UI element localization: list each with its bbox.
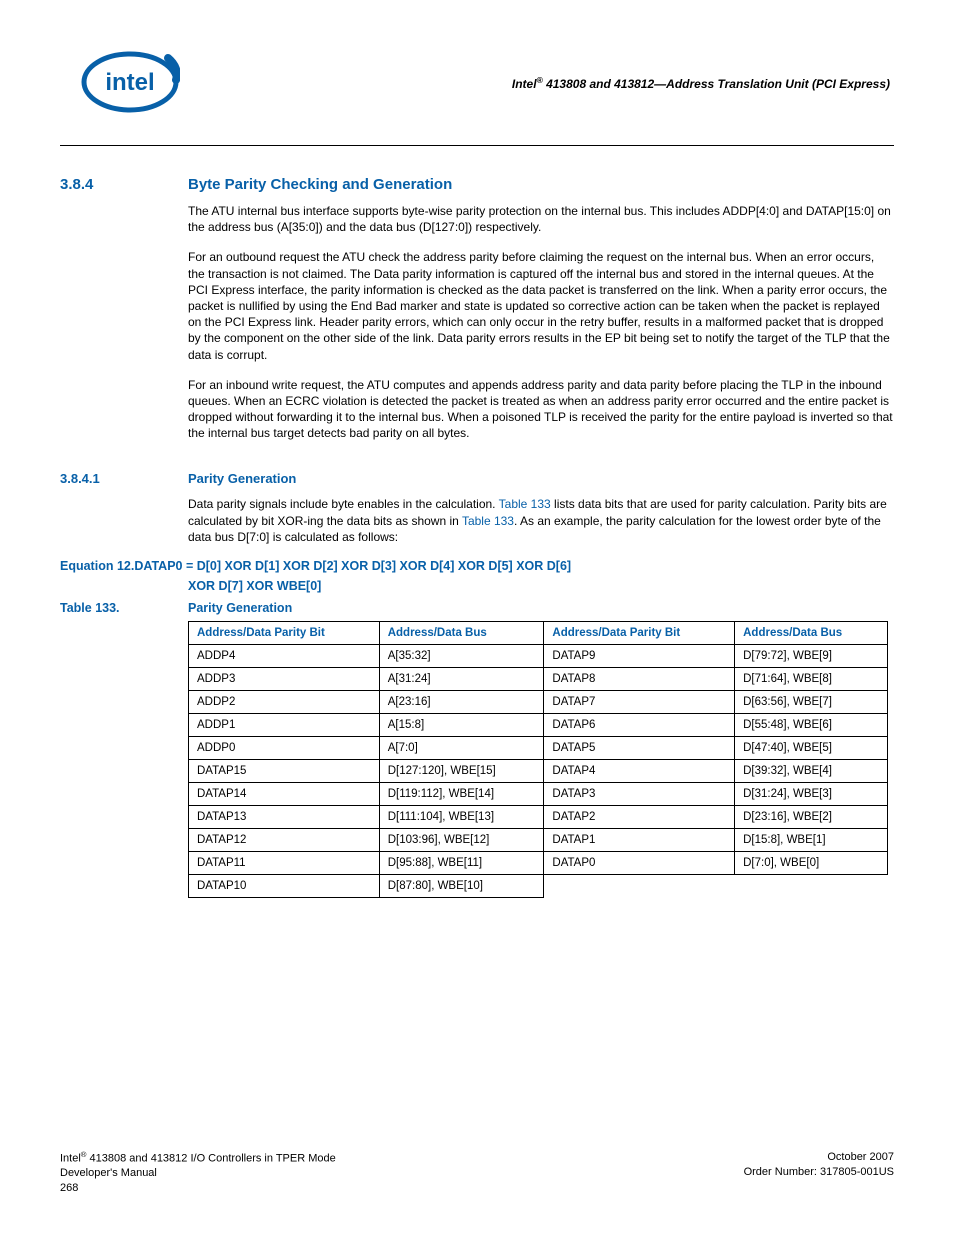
subsection-title: Parity Generation	[188, 471, 296, 486]
table-cell: D[47:40], WBE[5]	[735, 737, 888, 760]
table-cell: DATAP13	[189, 806, 380, 829]
table-cell: DATAP3	[544, 783, 735, 806]
footer-order-number: Order Number: 317805-001US	[744, 1165, 894, 1179]
table-cell: D[63:56], WBE[7]	[735, 691, 888, 714]
table-header: Address/Data Parity Bit	[544, 622, 735, 645]
table-row: ADDP0A[7:0]DATAP5D[47:40], WBE[5]	[189, 737, 888, 760]
footer-doc-subtitle: Developer's Manual	[60, 1166, 336, 1180]
table-cell: D[103:96], WBE[12]	[379, 829, 544, 852]
table-cell: DATAP8	[544, 668, 735, 691]
table-title: Parity Generation	[188, 601, 292, 615]
section-title: Byte Parity Checking and Generation	[188, 176, 452, 193]
table-row: ADDP4A[35:32]DATAP9D[79:72], WBE[9]	[189, 645, 888, 668]
table-cell	[735, 875, 888, 898]
table-cell: D[79:72], WBE[9]	[735, 645, 888, 668]
table-cell: D[111:104], WBE[13]	[379, 806, 544, 829]
equation-label: Equation 12.	[60, 559, 134, 573]
footer-doc-title: Intel® 413808 and 413812 I/O Controllers…	[60, 1150, 336, 1166]
table-cell: DATAP7	[544, 691, 735, 714]
table-row: DATAP13D[111:104], WBE[13]DATAP2D[23:16]…	[189, 806, 888, 829]
table-cell: D[55:48], WBE[6]	[735, 714, 888, 737]
parity-table: Address/Data Parity Bit Address/Data Bus…	[188, 621, 888, 898]
table-cell: D[23:16], WBE[2]	[735, 806, 888, 829]
table-link[interactable]: Table 133	[499, 497, 551, 511]
body-paragraph: For an inbound write request, the ATU co…	[188, 377, 894, 442]
table-cell: D[15:8], WBE[1]	[735, 829, 888, 852]
table-row: ADDP1A[15:8]DATAP6D[55:48], WBE[6]	[189, 714, 888, 737]
footer-page-number: 268	[60, 1181, 336, 1195]
table-cell: A[31:24]	[379, 668, 544, 691]
equation-row: Equation 12.DATAP0 = D[0] XOR D[1] XOR D…	[60, 559, 894, 573]
body-paragraph: For an outbound request the ATU check th…	[188, 249, 894, 362]
table-cell: ADDP2	[189, 691, 380, 714]
table-header: Address/Data Parity Bit	[189, 622, 380, 645]
header-title: Intel® 413808 and 413812—Address Transla…	[180, 75, 894, 91]
table-cell: ADDP0	[189, 737, 380, 760]
table-cell: DATAP10	[189, 875, 380, 898]
table-cell: D[87:80], WBE[10]	[379, 875, 544, 898]
table-cell: DATAP5	[544, 737, 735, 760]
table-cell: ADDP4	[189, 645, 380, 668]
table-cell: DATAP12	[189, 829, 380, 852]
table-header: Address/Data Bus	[379, 622, 544, 645]
table-link[interactable]: Table 133	[462, 514, 514, 528]
table-cell: DATAP4	[544, 760, 735, 783]
table-header-row: Address/Data Parity Bit Address/Data Bus…	[189, 622, 888, 645]
table-row: ADDP3A[31:24]DATAP8D[71:64], WBE[8]	[189, 668, 888, 691]
table-cell: DATAP14	[189, 783, 380, 806]
table-cell: D[31:24], WBE[3]	[735, 783, 888, 806]
header-rule	[60, 145, 894, 146]
table-row: DATAP11D[95:88], WBE[11]DATAP0D[7:0], WB…	[189, 852, 888, 875]
table-cell: D[127:120], WBE[15]	[379, 760, 544, 783]
table-cell: A[23:16]	[379, 691, 544, 714]
table-cell: A[7:0]	[379, 737, 544, 760]
table-row: DATAP12D[103:96], WBE[12]DATAP1D[15:8], …	[189, 829, 888, 852]
table-row: DATAP14D[119:112], WBE[14]DATAP3D[31:24]…	[189, 783, 888, 806]
table-cell: A[15:8]	[379, 714, 544, 737]
table-cell: ADDP1	[189, 714, 380, 737]
equation-text: DATAP0 = D[0] XOR D[1] XOR D[2] XOR D[3]…	[134, 559, 571, 573]
body-paragraph: The ATU internal bus interface supports …	[188, 203, 894, 235]
table-cell: A[35:32]	[379, 645, 544, 668]
table-row: DATAP15D[127:120], WBE[15]DATAP4D[39:32]…	[189, 760, 888, 783]
table-cell: DATAP0	[544, 852, 735, 875]
page-header: intel Intel® 413808 and 413812—Address T…	[60, 50, 894, 115]
table-cell: DATAP11	[189, 852, 380, 875]
table-cell: DATAP15	[189, 760, 380, 783]
svg-text:intel: intel	[105, 69, 154, 96]
subsection-number: 3.8.4.1	[60, 471, 188, 486]
table-cell: D[95:88], WBE[11]	[379, 852, 544, 875]
intel-logo-icon: intel	[80, 50, 180, 115]
page-footer: Intel® 413808 and 413812 I/O Controllers…	[60, 1150, 894, 1195]
table-cell: ADDP3	[189, 668, 380, 691]
table-header: Address/Data Bus	[735, 622, 888, 645]
table-cell: DATAP6	[544, 714, 735, 737]
table-cell: DATAP1	[544, 829, 735, 852]
table-cell: DATAP2	[544, 806, 735, 829]
table-cell: D[71:64], WBE[8]	[735, 668, 888, 691]
table-cell: DATAP9	[544, 645, 735, 668]
table-row: DATAP10D[87:80], WBE[10]	[189, 875, 888, 898]
table-cell	[544, 875, 735, 898]
body-paragraph: Data parity signals include byte enables…	[188, 496, 894, 545]
table-cell: D[7:0], WBE[0]	[735, 852, 888, 875]
table-row: ADDP2A[23:16]DATAP7D[63:56], WBE[7]	[189, 691, 888, 714]
table-label: Table 133.	[60, 601, 188, 615]
footer-date: October 2007	[744, 1150, 894, 1164]
table-cell: D[119:112], WBE[14]	[379, 783, 544, 806]
table-cell: D[39:32], WBE[4]	[735, 760, 888, 783]
section-number: 3.8.4	[60, 176, 188, 193]
equation-text-cont: XOR D[7] XOR WBE[0]	[188, 579, 894, 593]
